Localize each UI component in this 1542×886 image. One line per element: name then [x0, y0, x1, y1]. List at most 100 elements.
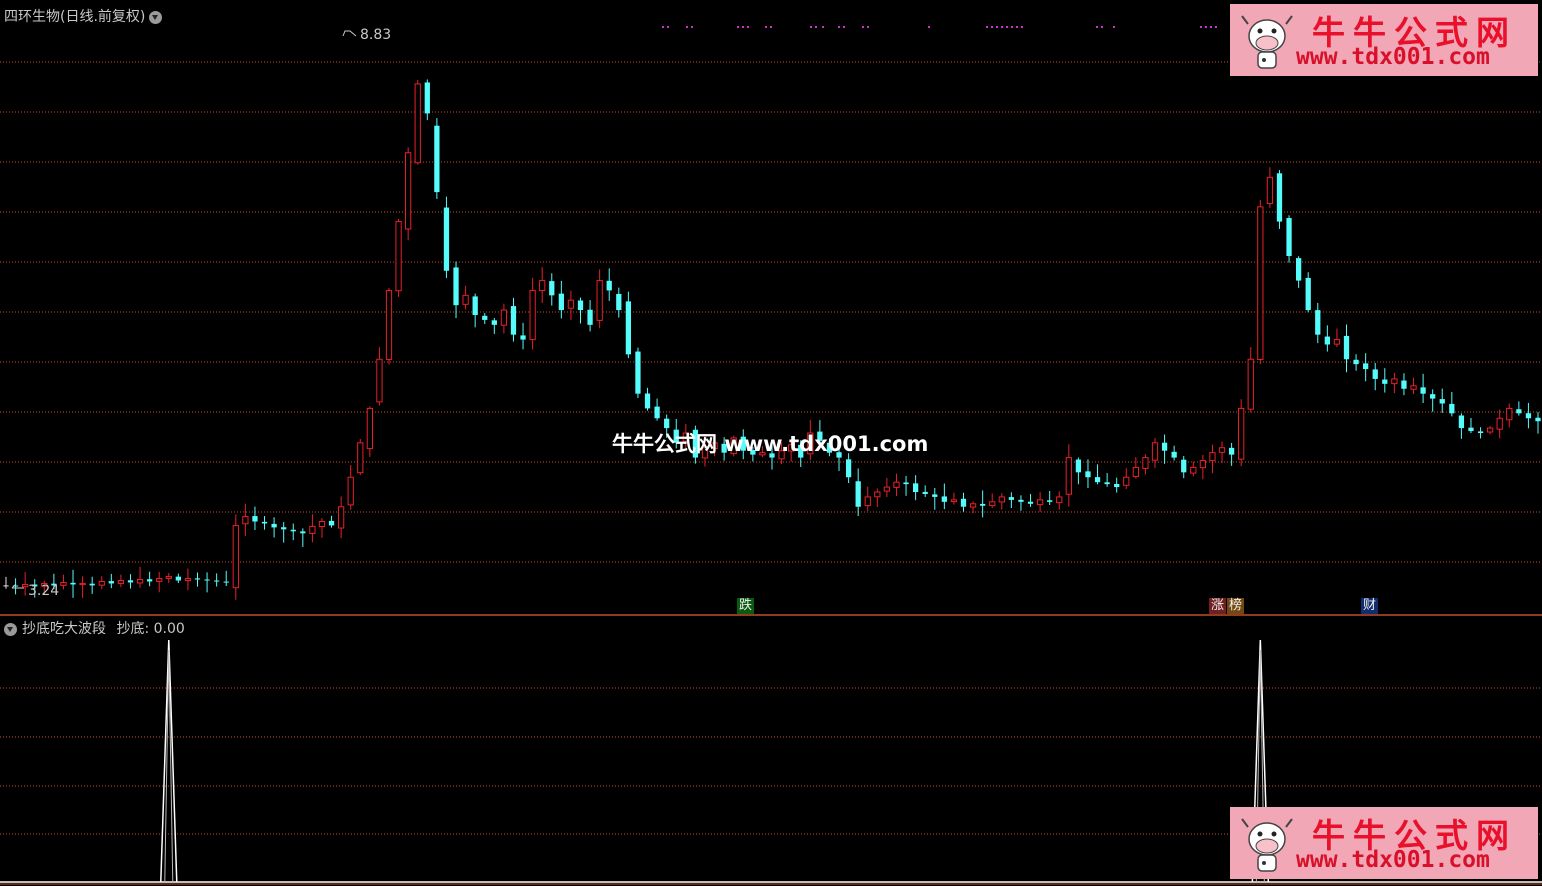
candle-body: [989, 501, 996, 507]
candle-body: [434, 125, 440, 193]
candle-body: [395, 221, 402, 292]
candle: [587, 300, 593, 332]
candle: [414, 80, 421, 165]
event-tag-board[interactable]: 榜: [1227, 598, 1245, 614]
candle: [1047, 490, 1053, 505]
indicator-title[interactable]: 抄底吃大波段: [22, 621, 106, 637]
event-dot: [810, 26, 812, 28]
event-dot: [1001, 26, 1003, 28]
candle-body: [549, 281, 555, 296]
candle: [281, 522, 287, 543]
event-dot: [1006, 26, 1008, 28]
candle-body: [271, 523, 277, 528]
candle-body: [644, 393, 651, 409]
candle-body: [1324, 336, 1330, 345]
candle-body: [969, 503, 977, 508]
candle-body: [127, 580, 134, 583]
candle: [318, 518, 326, 538]
event-dot: [662, 26, 664, 28]
candle-body: [1257, 206, 1264, 360]
candle-body: [366, 407, 373, 450]
candle-body: [558, 293, 564, 311]
candle: [395, 218, 402, 297]
candle-body: [1123, 476, 1130, 486]
candle: [1458, 413, 1465, 439]
candle-body: [1104, 482, 1110, 485]
candle-body: [1430, 394, 1436, 399]
event-tag-drop[interactable]: 跌: [737, 598, 755, 614]
candle-body: [1171, 451, 1177, 458]
watermark-url: www.tdx001.com: [1296, 44, 1490, 70]
candle: [328, 515, 335, 528]
candle-body: [156, 578, 163, 582]
dropdown-circle-icon[interactable]: [4, 622, 17, 636]
event-tag-rise[interactable]: 涨: [1209, 598, 1227, 614]
candle-body: [1363, 363, 1369, 370]
candle: [357, 438, 364, 476]
candle-body: [664, 418, 670, 429]
dropdown-circle-icon[interactable]: [149, 10, 163, 24]
event-dot-strip: [662, 26, 1217, 28]
candle: [922, 485, 928, 497]
candle-body: [1496, 417, 1503, 430]
candle-body: [1151, 442, 1159, 461]
candle-body: [625, 301, 632, 355]
candle: [337, 496, 345, 539]
candle: [912, 475, 919, 501]
stock-title[interactable]: 四环生物(日线.前复权): [4, 9, 145, 25]
candle: [22, 572, 29, 596]
candle-body: [214, 580, 220, 582]
event-dot: [770, 26, 772, 28]
cow-logo-icon: [1241, 818, 1293, 872]
candle-body: [1286, 218, 1292, 256]
candle-body: [1420, 387, 1426, 394]
event-dot: [765, 26, 767, 28]
indicator-value: 抄底: 0.00: [116, 621, 185, 637]
candle: [1496, 409, 1503, 439]
main-panel-header: 四环生物(日线.前复权): [4, 6, 163, 26]
candle-body: [491, 320, 497, 325]
candle: [1056, 491, 1063, 510]
candle-body: [1535, 417, 1541, 422]
candle-body: [1439, 399, 1445, 404]
candle: [108, 573, 114, 589]
candle-body: [337, 506, 345, 529]
candle-body: [1094, 477, 1101, 483]
candle: [1486, 425, 1494, 435]
candle: [472, 293, 478, 328]
candle-body: [453, 267, 459, 306]
candle-body: [108, 581, 114, 584]
candle-body: [606, 280, 612, 291]
candlestick-series[interactable]: [3, 79, 1541, 600]
event-tag-finance[interactable]: 财: [1361, 598, 1379, 614]
candle: [1018, 495, 1024, 511]
candle: [567, 290, 575, 320]
candle-body: [1372, 369, 1378, 379]
event-dot: [928, 26, 930, 28]
event-dot: [843, 26, 845, 28]
candle: [1372, 362, 1378, 391]
candle: [1247, 347, 1254, 413]
candle: [443, 196, 450, 279]
candle-body: [414, 83, 421, 164]
candle: [989, 493, 996, 509]
candle-body: [567, 299, 575, 309]
candle: [1238, 399, 1245, 467]
event-dot: [1200, 26, 1202, 28]
candle: [1535, 412, 1541, 434]
candle: [1305, 272, 1311, 313]
candle: [232, 514, 239, 600]
watermark-banner-top: 牛牛公式网 www.tdx001.com: [1230, 4, 1538, 76]
candle-body: [184, 578, 192, 582]
indicator-panel-header: 抄底吃大波段 抄底: 0.00: [4, 618, 185, 638]
candle: [500, 303, 508, 334]
candle-body: [261, 521, 268, 524]
candle: [1190, 461, 1197, 477]
candle: [175, 573, 181, 584]
candle-body: [874, 491, 881, 498]
candle: [271, 517, 277, 538]
candle-body: [932, 494, 938, 497]
candle-body: [1228, 447, 1235, 455]
candle: [539, 267, 546, 304]
candle: [1065, 444, 1072, 507]
